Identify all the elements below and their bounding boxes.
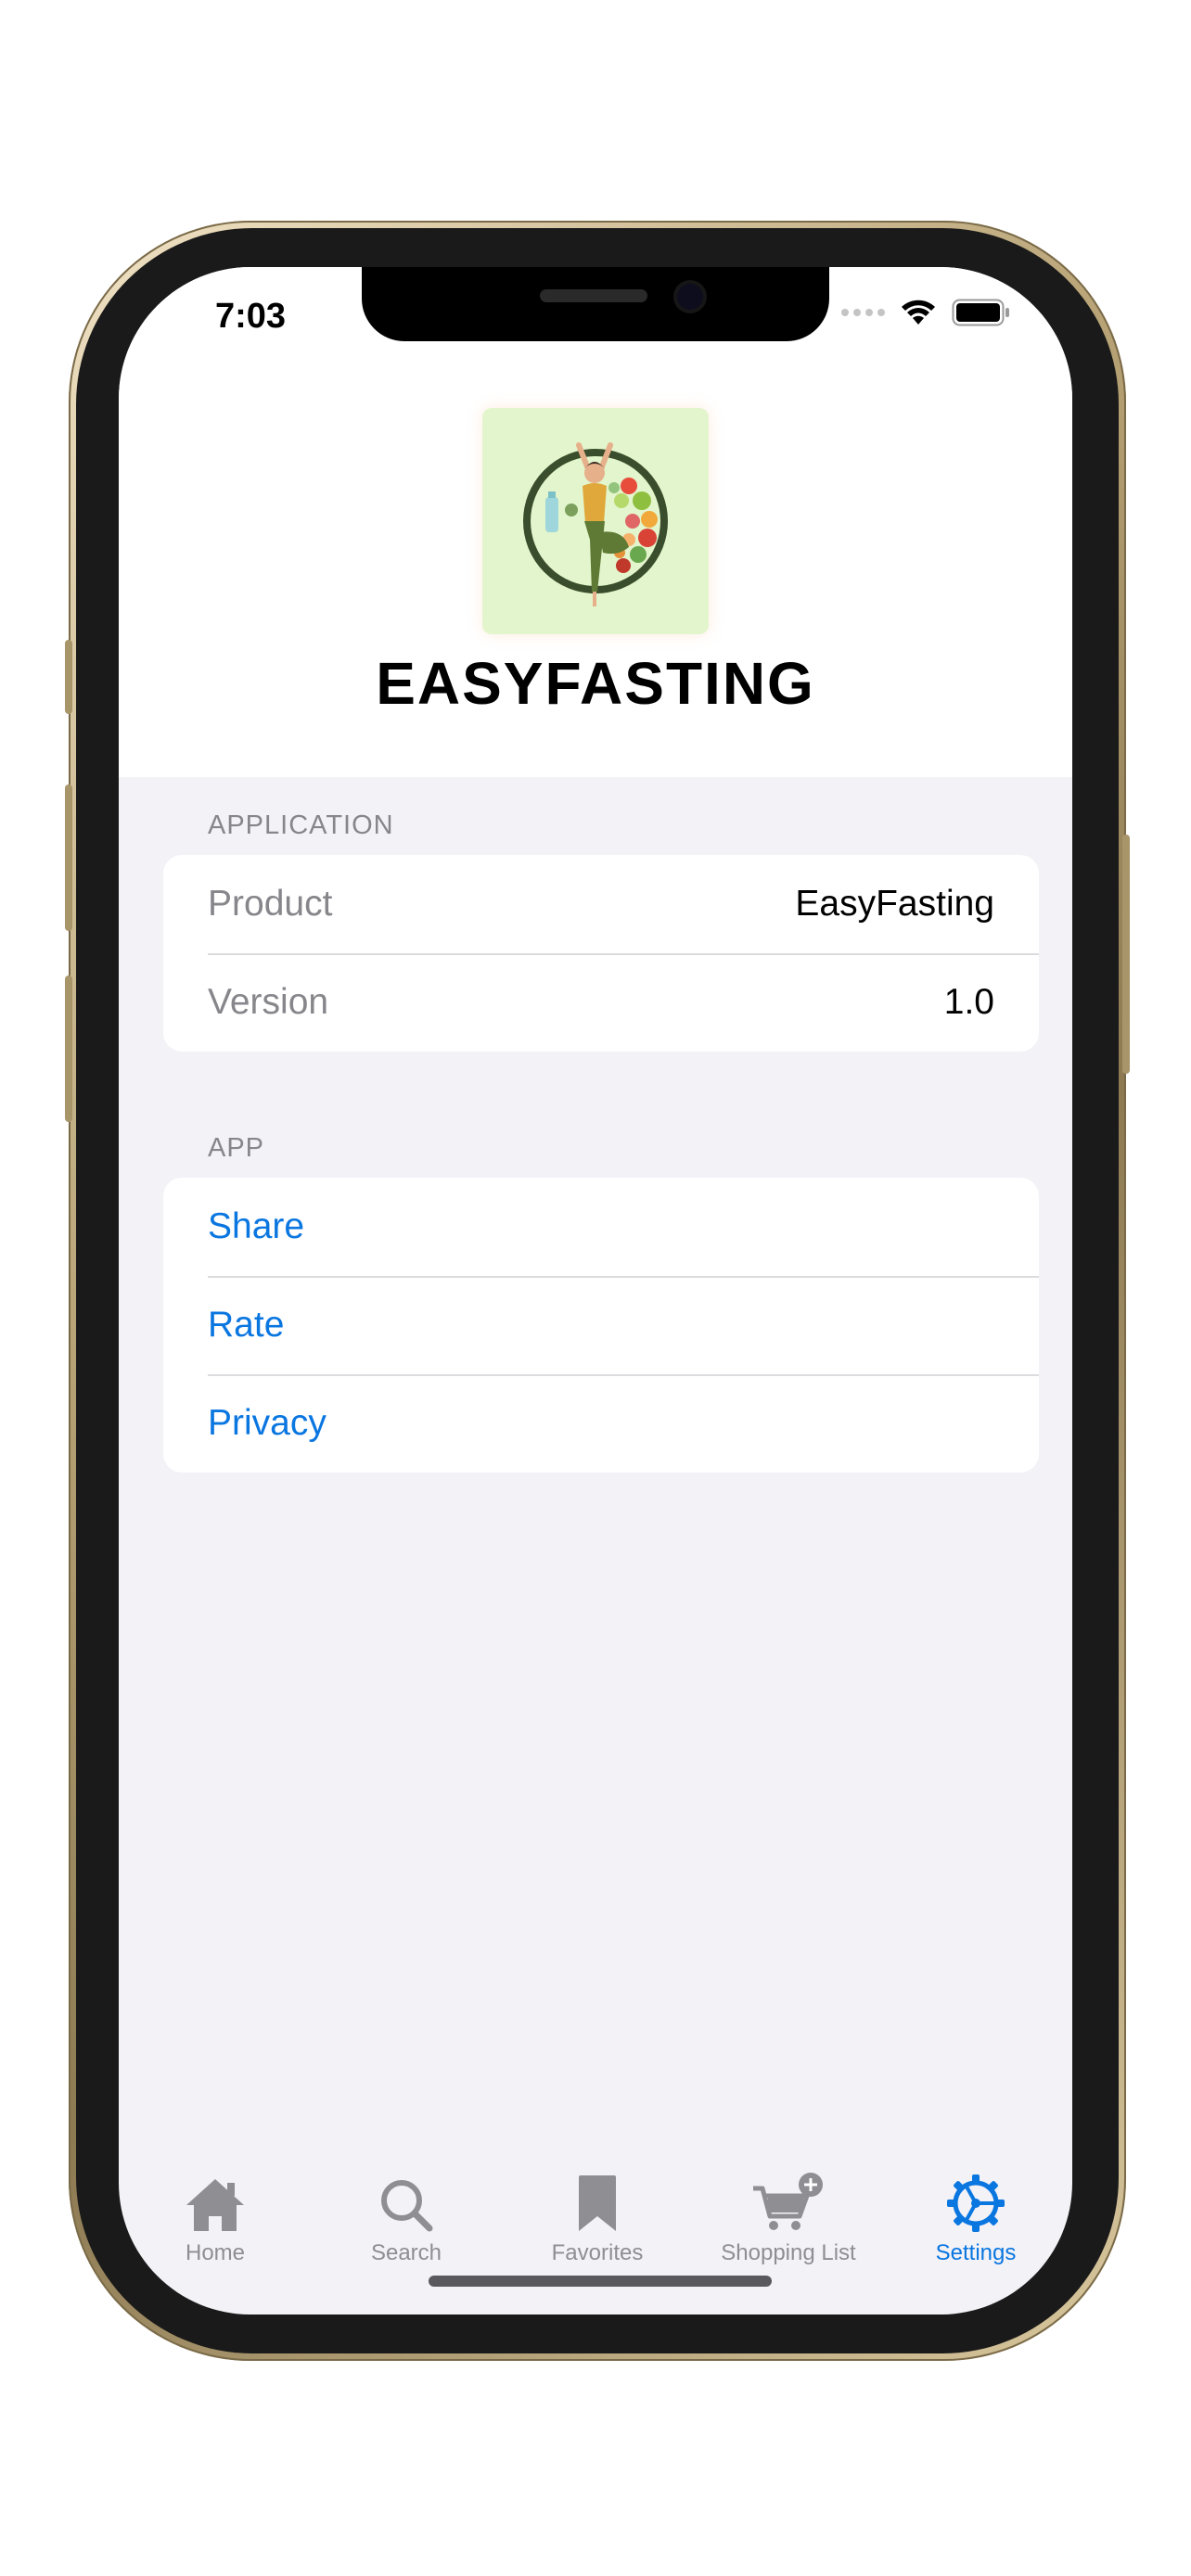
privacy-link[interactable]: Privacy [208, 1403, 327, 1444]
mute-switch [65, 640, 72, 714]
product-value: EasyFasting [795, 884, 994, 924]
status-icons [841, 299, 1011, 326]
magnifier-icon [381, 2180, 433, 2232]
tab-favorites-label: Favorites [551, 2240, 644, 2265]
tab-favorites[interactable]: Favorites [501, 2168, 694, 2266]
front-camera [677, 284, 703, 310]
gear-icon [947, 2174, 1005, 2232]
version-row: Version 1.0 [163, 953, 1039, 1052]
tab-settings[interactable]: Settings [879, 2168, 1072, 2266]
version-value: 1.0 [943, 982, 994, 1022]
cellular-signal-icon [841, 309, 885, 316]
wifi-icon [902, 300, 935, 325]
earpiece-speaker [540, 289, 647, 302]
tab-search[interactable]: Search [310, 2168, 503, 2266]
version-label: Version [208, 982, 329, 1022]
tab-bar: Home Search Favorites Shopping List Sett… [119, 2168, 1072, 2315]
cart-plus-icon [753, 2173, 823, 2230]
battery-icon [952, 299, 1009, 326]
home-indicator[interactable] [429, 2276, 772, 2287]
share-link[interactable]: Share [208, 1206, 304, 1247]
section-header-application: APPLICATION [208, 810, 394, 840]
product-label: Product [208, 884, 333, 924]
share-row[interactable]: Share [163, 1178, 1039, 1276]
volume-down-button [65, 976, 72, 1122]
product-row: Product EasyFasting [163, 855, 1039, 953]
house-icon [186, 2179, 244, 2231]
yoga-woman-food-circle-logo-icon [523, 442, 668, 606]
status-time: 7:03 [215, 297, 287, 336]
bookmark-icon [579, 2175, 616, 2231]
privacy-row[interactable]: Privacy [163, 1374, 1039, 1473]
rate-link[interactable]: Rate [208, 1305, 284, 1345]
tab-shopping-list[interactable]: Shopping List [692, 2168, 885, 2266]
notch [362, 267, 829, 341]
tab-search-label: Search [370, 2240, 442, 2265]
tab-shopping-list-label: Shopping List [721, 2240, 856, 2265]
tab-home[interactable]: Home [119, 2168, 312, 2266]
application-info-group: Product EasyFasting Version 1.0 [163, 855, 1039, 1052]
app-logo [482, 408, 709, 634]
screen: EASYFASTING 7:03 APPLICATION Product Eas… [119, 267, 1072, 2315]
app-name: EASYFASTING [376, 650, 815, 717]
tab-home-label: Home [185, 2240, 246, 2265]
side-power-button [1122, 835, 1130, 1074]
rate-row[interactable]: Rate [163, 1276, 1039, 1374]
volume-up-button [65, 784, 72, 931]
section-header-app: APP [208, 1133, 265, 1163]
tab-settings-label: Settings [935, 2240, 1017, 2265]
app-actions-group: Share Rate Privacy [163, 1178, 1039, 1473]
